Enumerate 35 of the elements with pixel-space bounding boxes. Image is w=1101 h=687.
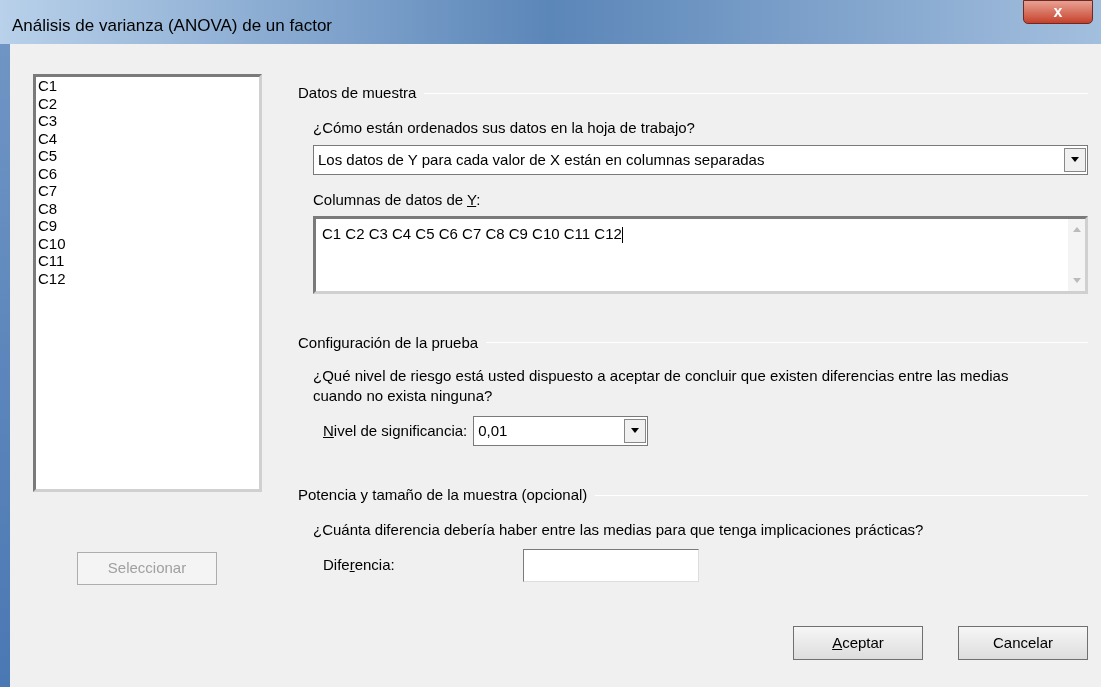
variable-item[interactable]: C4	[38, 129, 259, 147]
variable-item[interactable]: C3	[38, 112, 259, 130]
variable-item[interactable]: C5	[38, 147, 259, 165]
section-heading: Potencia y tamaño de la muestra (opcional)	[298, 485, 588, 505]
scroll-up-icon	[1072, 226, 1081, 232]
section-heading: Configuración de la prueba	[298, 332, 479, 353]
variable-item[interactable]: C7	[38, 182, 259, 200]
scrollbar[interactable]	[1068, 218, 1085, 291]
question-text: ¿Cómo están ordenados sus datos en la hoja de trabajo?	[313, 117, 696, 138]
caret-icon	[1070, 157, 1080, 163]
arrangement-dropdown[interactable]: Los datos de Y para cada valor de X están en columnas separadas	[313, 145, 1088, 175]
variable-item[interactable]: C6	[38, 164, 259, 182]
dialog-button[interactable]: Aceptar	[793, 626, 923, 660]
field-label: Diferencia:	[323, 555, 396, 576]
scroll-down-icon	[1072, 277, 1081, 283]
field-label: Nivel de significancia:	[323, 420, 468, 441]
caret-icon	[630, 428, 641, 434]
field-label: Columnas de datos de Y:	[313, 190, 482, 210]
significance-dropdown[interactable]: 0,01	[473, 416, 649, 446]
section-heading: Datos de muestra	[298, 83, 417, 103]
variable-item[interactable]: C12	[38, 269, 259, 287]
columns-field[interactable]: C1 C2 C3 C4 C5 C6 C7 C8 C9 C10 C11 C12	[313, 215, 1088, 294]
variable-item[interactable]: C1	[38, 77, 259, 95]
window-title: Análisis de varianza (ANOVA) de un factor	[12, 14, 332, 37]
variable-item[interactable]: C2	[38, 94, 259, 112]
question-text: ¿Qué nivel de riesgo está usted dispuesto a aceptar de concluir que existen diferencias entre las medias cuando no exista ninguna?	[313, 366, 1010, 406]
variable-item[interactable]: C10	[38, 234, 259, 252]
dropdown-button[interactable]	[1064, 148, 1086, 172]
question-text: ¿Cuánta diferencia debería haber entre las medias para que tenga implicaciones prácticas?	[313, 519, 925, 540]
dialog-button[interactable]: Cancelar	[958, 626, 1088, 660]
dropdown-button[interactable]	[624, 419, 647, 443]
variable-item[interactable]: C8	[38, 199, 259, 217]
variable-item[interactable]: C9	[38, 217, 259, 235]
variable-item[interactable]: C11	[38, 252, 259, 270]
difference-field[interactable]	[523, 549, 699, 582]
